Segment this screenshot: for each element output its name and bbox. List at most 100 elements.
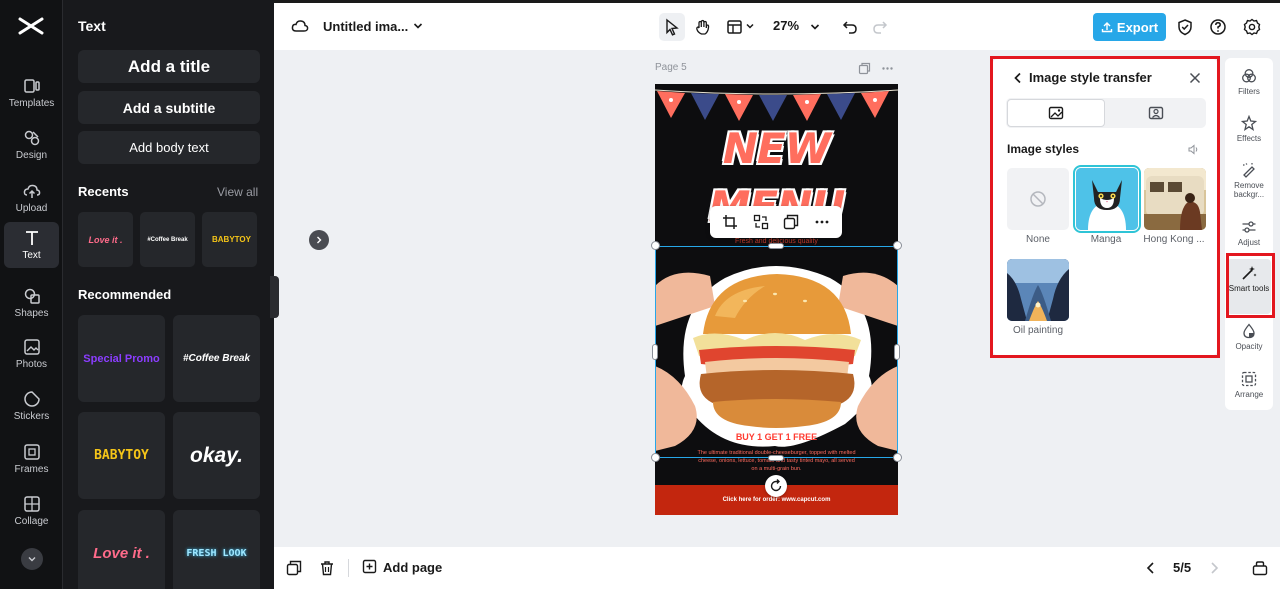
collage-icon <box>23 496 40 512</box>
highlight-smart-tools <box>1226 253 1275 318</box>
resize-handle[interactable] <box>768 243 784 249</box>
account-avatar[interactable] <box>21 548 43 570</box>
crop-icon[interactable] <box>722 214 738 230</box>
trash-icon[interactable] <box>319 560 335 576</box>
capcut-logo-icon[interactable] <box>18 15 44 37</box>
rail-label: Stickers <box>13 411 50 422</box>
chevron-down-icon[interactable] <box>745 21 755 31</box>
chevron-down-icon[interactable] <box>412 20 424 32</box>
recents-heading: Recents <box>78 184 129 199</box>
pages-panel-icon[interactable] <box>1252 560 1268 576</box>
chevron-down-icon <box>28 557 36 562</box>
recommended-text-style[interactable]: FRESH LOOK <box>173 510 260 589</box>
tool-arrange[interactable]: Arrange <box>1227 371 1271 399</box>
recommended-text-style[interactable]: BABYTOY <box>78 412 165 499</box>
resize-handle[interactable] <box>768 455 784 461</box>
recents-next-button[interactable] <box>309 230 329 250</box>
design-icon <box>24 130 39 146</box>
text-icon <box>25 231 38 245</box>
recent-text-style[interactable]: BABYTOY <box>202 212 257 267</box>
help-icon[interactable] <box>1209 18 1227 36</box>
replace-icon[interactable] <box>753 214 769 230</box>
right-tool-rail: Filters Effects Remove backgr... Adjust … <box>1225 58 1273 410</box>
tool-label: Remove backgr... <box>1233 181 1265 199</box>
pointer-icon[interactable] <box>663 18 681 36</box>
tool-label: Adjust <box>1237 238 1261 247</box>
shield-icon[interactable] <box>1176 18 1194 36</box>
tool-label: Filters <box>1238 87 1260 96</box>
resize-handle[interactable] <box>893 241 902 250</box>
cloud-sync-icon[interactable] <box>291 17 309 35</box>
rail-item-text[interactable]: Text <box>4 222 59 268</box>
rail-item-collage[interactable]: Collage <box>4 488 59 534</box>
more-icon[interactable] <box>814 214 830 230</box>
rail-item-photos[interactable]: Photos <box>4 331 59 377</box>
shapes-icon <box>24 288 40 304</box>
export-label: Export <box>1116 19 1159 35</box>
gear-icon[interactable] <box>1243 18 1261 36</box>
zoom-level[interactable]: 27% <box>773 18 799 33</box>
page-counter: 5/5 <box>1173 560 1192 575</box>
recommended-text-style[interactable]: okay. <box>173 412 260 499</box>
duplicate-page-icon[interactable] <box>286 560 302 576</box>
layout-icon[interactable] <box>726 18 744 36</box>
resize-handle[interactable] <box>652 344 658 360</box>
resize-handle[interactable] <box>651 241 660 250</box>
undo-icon[interactable] <box>842 19 858 35</box>
rail-item-templates[interactable]: Templates <box>4 70 59 116</box>
add-subtitle-button[interactable]: Add a subtitle <box>78 91 260 124</box>
bottom-bar: Add page 5/5 <box>274 547 1280 589</box>
resize-handle[interactable] <box>893 453 902 462</box>
selection-box[interactable] <box>655 246 898 458</box>
tool-effects[interactable]: Effects <box>1227 115 1271 143</box>
rail-item-design[interactable]: Design <box>4 122 59 168</box>
rail-label: Shapes <box>14 308 49 319</box>
rail-label: Text <box>22 250 41 261</box>
recommended-text-style[interactable]: Love it . <box>78 510 165 589</box>
resize-handle[interactable] <box>894 344 900 360</box>
chevron-left-icon[interactable] <box>1144 561 1158 575</box>
more-icon[interactable] <box>881 62 894 75</box>
recent-text-style[interactable]: #Coffee Break <box>140 212 195 267</box>
view-all-link[interactable]: View all <box>217 185 258 199</box>
left-rail: Templates Design Upload Text Shapes Phot… <box>0 0 63 589</box>
tool-adjust[interactable]: Adjust <box>1227 219 1271 247</box>
stickers-icon <box>23 391 40 407</box>
duplicate-icon[interactable] <box>783 214 799 230</box>
rail-item-upload[interactable]: Upload <box>4 175 59 221</box>
tool-remove-background[interactable]: Remove backgr... <box>1227 162 1271 199</box>
poster-headline[interactable]: NEW <box>655 124 898 173</box>
project-title[interactable]: Untitled ima... <box>323 19 408 34</box>
top-bar: Untitled ima... 27% Export <box>274 0 1280 50</box>
recommended-text-style[interactable]: #Coffee Break <box>173 315 260 402</box>
chevron-down-icon[interactable] <box>809 21 821 33</box>
rail-item-frames[interactable]: Frames <box>4 436 59 482</box>
bunting-decoration <box>655 89 898 121</box>
add-title-button[interactable]: Add a title <box>78 50 260 83</box>
resize-handle[interactable] <box>651 453 660 462</box>
redo-icon[interactable] <box>872 19 888 35</box>
recommended-heading: Recommended <box>78 287 172 302</box>
panel-collapse-handle[interactable] <box>270 276 279 318</box>
export-button[interactable]: Export <box>1093 13 1166 41</box>
opacity-icon <box>1243 323 1255 339</box>
rail-label: Photos <box>15 359 48 370</box>
recommended-text-style[interactable]: Special Promo <box>78 315 165 402</box>
hand-icon[interactable] <box>694 18 712 36</box>
add-body-text-button[interactable]: Add body text <box>78 131 260 164</box>
highlight-style-panel <box>990 56 1220 358</box>
panel-title: Text <box>78 18 106 34</box>
chevron-right-icon <box>317 236 322 244</box>
filters-icon <box>1242 69 1256 83</box>
tool-filters[interactable]: Filters <box>1227 68 1271 96</box>
chevron-right-icon[interactable] <box>1207 561 1221 575</box>
duplicate-page-icon[interactable] <box>858 62 871 75</box>
rail-item-stickers[interactable]: Stickers <box>4 383 59 429</box>
tool-opacity[interactable]: Opacity <box>1227 323 1271 351</box>
rail-item-shapes[interactable]: Shapes <box>4 280 59 326</box>
recent-text-style[interactable]: Love it . <box>78 212 133 267</box>
upload-icon <box>23 184 40 198</box>
rotate-handle[interactable] <box>765 475 787 497</box>
adjust-icon <box>1242 221 1256 233</box>
add-page-button[interactable]: Add page <box>362 559 442 575</box>
